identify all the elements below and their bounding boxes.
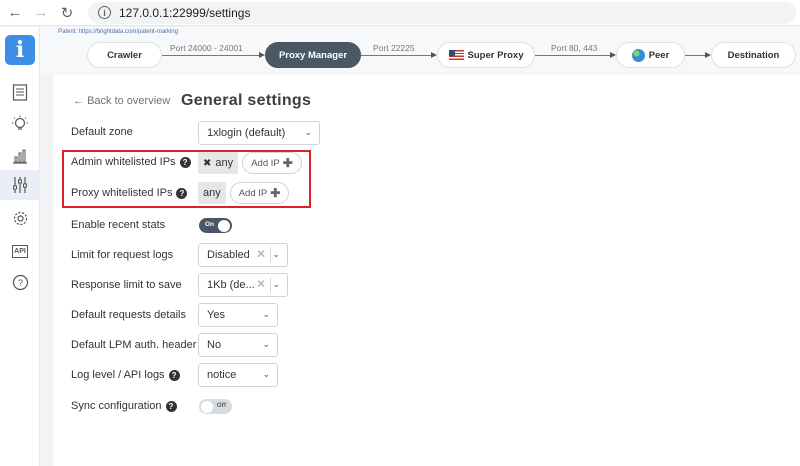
connector-line [361, 55, 431, 56]
select-separator [270, 247, 271, 263]
peer-label: Peer [648, 49, 670, 61]
back-arrow-icon: ← [73, 95, 84, 107]
lpm-auth-header-label: Default LPM auth. header [71, 339, 197, 351]
reload-icon[interactable]: ↻ [56, 2, 78, 24]
svg-text:?: ? [17, 278, 22, 288]
peer-node: Peer [616, 42, 685, 68]
port-label-sp: Port 80, 443 [551, 43, 598, 53]
default-zone-value: 1xlogin (default) [207, 127, 286, 139]
back-link-label: Back to overview [87, 95, 171, 107]
help-icon[interactable]: ? [179, 156, 191, 168]
proxy-ip-tag: any [198, 182, 226, 204]
site-info-icon[interactable]: i [98, 6, 111, 19]
help-icon[interactable]: ? [168, 369, 180, 381]
request-logs-limit-select[interactable]: Disabled ✕ ⌄ [198, 243, 288, 267]
clear-icon[interactable]: ✕ [256, 277, 266, 291]
url-text: 127.0.0.1:22999/settings [119, 5, 251, 20]
sliders-icon[interactable] [0, 170, 40, 200]
add-ip-label: Add IP [251, 157, 280, 169]
chevron-down-icon: ⌄ [262, 369, 270, 379]
sync-config-label: Sync configuration [71, 400, 162, 412]
request-details-select[interactable]: Yes ⌄ [198, 303, 278, 327]
back-arrow-icon[interactable]: ← [4, 2, 26, 24]
super-proxy-node: Super Proxy [437, 42, 535, 68]
admin-whitelist-row: Admin whitelisted IPs ? [71, 156, 191, 168]
response-limit-select[interactable]: 1Kb (de... ✕ ⌄ [198, 273, 288, 297]
default-zone-label: Default zone [71, 126, 133, 138]
recent-stats-toggle[interactable]: On [199, 218, 232, 233]
crawler-node: Crawler [87, 42, 162, 68]
settings-panel: ← Back to overview General settings Defa… [53, 75, 800, 466]
stats-icon[interactable] [10, 146, 30, 166]
connector-line [535, 55, 610, 56]
log-level-label: Log level / API logs [71, 369, 165, 381]
sidebar: i API ? [0, 27, 40, 466]
chevron-down-icon: ⌄ [262, 339, 270, 349]
api-label: API [12, 244, 28, 258]
clear-icon[interactable]: ✕ [256, 247, 266, 261]
sync-config-row: Sync configuration ? [71, 400, 177, 412]
request-logs-limit-label: Limit for request logs [71, 249, 174, 261]
globe-icon [631, 48, 645, 62]
toggle-knob [218, 219, 230, 232]
network-topology: Patent: https://brightdata.com/patent-ma… [40, 27, 800, 75]
plus-icon: ✚ [270, 186, 281, 200]
patent-link[interactable]: Patent: https://brightdata.com/patent-ma… [58, 29, 178, 35]
chevron-down-icon: ⌄ [272, 249, 280, 259]
port-label-crawler: Port 24000 - 24001 [170, 43, 243, 53]
toggle-state-label: On [205, 221, 215, 228]
select-separator [270, 277, 271, 293]
admin-ip-tag: ✖ any [198, 152, 239, 174]
browser-toolbar: ← → ↻ i 127.0.0.1:22999/settings [0, 0, 800, 26]
api-icon[interactable]: API [10, 241, 30, 261]
connector-line [162, 55, 259, 56]
proxy-ip-tag-value: any [203, 187, 221, 199]
proxy-whitelist-row: Proxy whitelisted IPs ? [71, 187, 188, 199]
help-icon[interactable]: ? [165, 400, 177, 412]
log-level-value: notice [207, 369, 237, 381]
super-proxy-label: Super Proxy [467, 49, 524, 61]
recent-stats-label: Enable recent stats [71, 219, 166, 231]
page-title: General settings [181, 92, 312, 109]
back-to-overview-link[interactable]: ← Back to overview [73, 95, 170, 107]
logs-icon[interactable] [10, 82, 30, 102]
log-level-row: Log level / API logs ? [71, 369, 180, 381]
help-icon[interactable]: ? [10, 272, 30, 292]
default-zone-select[interactable]: 1xlogin (default) ⌄ [198, 121, 320, 145]
lightbulb-icon[interactable] [10, 114, 30, 134]
plus-icon: ✚ [282, 156, 293, 170]
destination-node: Destination [711, 42, 796, 68]
request-details-label: Default requests details [71, 309, 186, 321]
address-bar[interactable]: i 127.0.0.1:22999/settings [88, 1, 796, 24]
remove-icon[interactable]: ✖ [203, 158, 211, 169]
lpm-auth-header-value: No [207, 339, 222, 351]
log-level-select[interactable]: notice ⌄ [198, 363, 278, 387]
lpm-auth-header-select[interactable]: No ⌄ [198, 333, 278, 357]
port-label-pm: Port 22225 [373, 43, 415, 53]
help-icon[interactable]: ? [176, 187, 188, 199]
admin-add-ip-button[interactable]: Add IP ✚ [242, 152, 302, 174]
us-flag-icon [448, 50, 464, 60]
app-logo[interactable]: i [5, 35, 35, 65]
toggle-state-label: Off [216, 402, 226, 409]
forward-arrow-icon[interactable]: → [30, 2, 52, 24]
add-ip-label: Add IP [238, 187, 268, 199]
proxy-add-ip-button[interactable]: Add IP ✚ [230, 182, 289, 204]
admin-ip-tag-value: any [215, 157, 234, 169]
sync-config-toggle[interactable]: Off [199, 399, 232, 414]
admin-whitelist-label: Admin whitelisted IPs [71, 156, 176, 168]
chevron-down-icon: ⌄ [304, 127, 312, 137]
request-logs-limit-value: Disabled [207, 249, 250, 261]
response-limit-label: Response limit to save [71, 279, 182, 291]
gear-icon[interactable] [10, 208, 30, 228]
chevron-down-icon: ⌄ [272, 279, 280, 289]
chevron-down-icon: ⌄ [262, 309, 270, 319]
connector-line [685, 55, 705, 56]
proxy-whitelist-label: Proxy whitelisted IPs [71, 187, 173, 199]
response-limit-value: 1Kb (de... [207, 279, 255, 291]
request-details-value: Yes [207, 309, 225, 321]
proxy-manager-node: Proxy Manager [265, 42, 361, 68]
toggle-knob [201, 400, 213, 413]
